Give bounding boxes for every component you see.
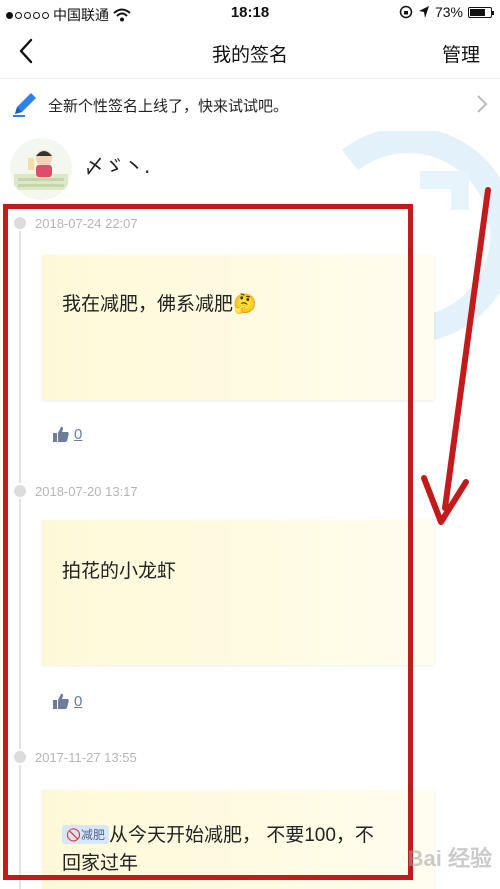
- location-icon: [418, 6, 429, 18]
- nav-bar: 我的签名 管理: [0, 26, 500, 79]
- page-title: 我的签名: [211, 45, 288, 66]
- avatar[interactable]: [10, 138, 72, 200]
- banner-text: 全新个性签名上线了，快来试试吧。: [48, 98, 289, 115]
- new-feature-banner[interactable]: 全新个性签名上线了，快来试试吧。: [0, 79, 500, 131]
- chevron-right-icon: [477, 95, 488, 113]
- battery-percent: 73%: [434, 4, 463, 20]
- rotation-lock-icon: [399, 5, 413, 19]
- battery-icon: [468, 6, 494, 18]
- watermark: Bai 经验: [407, 846, 492, 871]
- manage-button[interactable]: 管理: [442, 40, 480, 67]
- annotation-box: [3, 204, 413, 880]
- signature-scribble: 〆ゞ丶.: [84, 154, 151, 178]
- status-right: 73%: [399, 4, 494, 20]
- pen-icon: [13, 93, 36, 117]
- status-bar: 中国联通 18:18 73%: [0, 0, 500, 26]
